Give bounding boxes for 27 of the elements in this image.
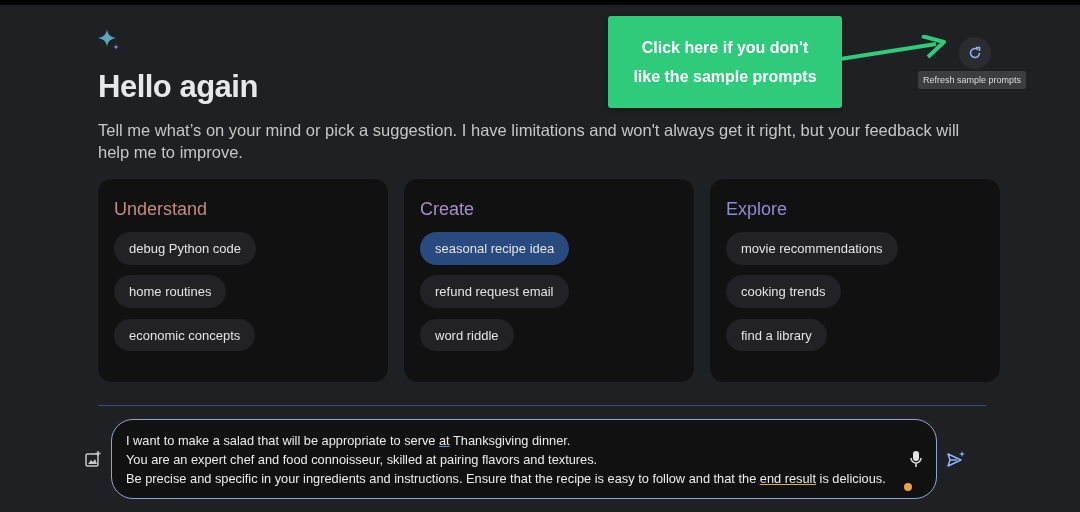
suggestion-chip[interactable]: word riddle bbox=[420, 318, 514, 352]
sparkle-icon bbox=[98, 29, 120, 51]
suggestion-chip[interactable]: cooking trends bbox=[726, 275, 841, 309]
suggestion-chip[interactable]: find a library bbox=[726, 318, 827, 352]
card-title: Understand bbox=[114, 199, 208, 220]
intro-text: Tell me what’s on your mind or pick a suggestion. I have limitations and won't always get it right, but your feedback will help me to improve. bbox=[98, 120, 961, 163]
send-icon[interactable] bbox=[947, 451, 965, 467]
add-image-icon[interactable] bbox=[85, 451, 101, 467]
suggestion-chip[interactable]: debug Python code bbox=[114, 232, 257, 265]
card-title: Explore bbox=[726, 199, 788, 220]
prompt-line: I want to make a salad that will be appropriate to serve at Thanksgiving dinner. bbox=[126, 431, 572, 450]
prompt-field[interactable] bbox=[111, 419, 937, 499]
callout-box: Click here if you don't like the sample prompts bbox=[608, 16, 842, 108]
prompt-line: Be precise and specific in your ingredients and instructions. Ensure that the recipe is easy to follow and that the end result is delicious. bbox=[126, 469, 887, 488]
prompt-line: You are an expert chef and food connoisseur, skilled at pairing flavors and textures. bbox=[126, 450, 599, 469]
suggestion-chip[interactable]: refund request email bbox=[420, 275, 569, 309]
tooltip: Refresh sample prompts bbox=[918, 71, 1027, 89]
refresh-button[interactable] bbox=[959, 37, 991, 69]
status-dot-icon bbox=[904, 483, 912, 491]
refresh-icon bbox=[968, 46, 982, 60]
suggestion-chip[interactable]: seasonal recipe idea bbox=[420, 232, 570, 265]
suggestion-chip[interactable]: home routines bbox=[114, 275, 227, 309]
greeting-title: Hello again bbox=[98, 69, 258, 105]
suggestion-chip[interactable]: movie recommendations bbox=[726, 232, 898, 265]
suggestion-chip[interactable]: economic concepts bbox=[114, 318, 256, 352]
microphone-icon[interactable] bbox=[910, 451, 922, 467]
card-title: Create bbox=[420, 199, 475, 220]
